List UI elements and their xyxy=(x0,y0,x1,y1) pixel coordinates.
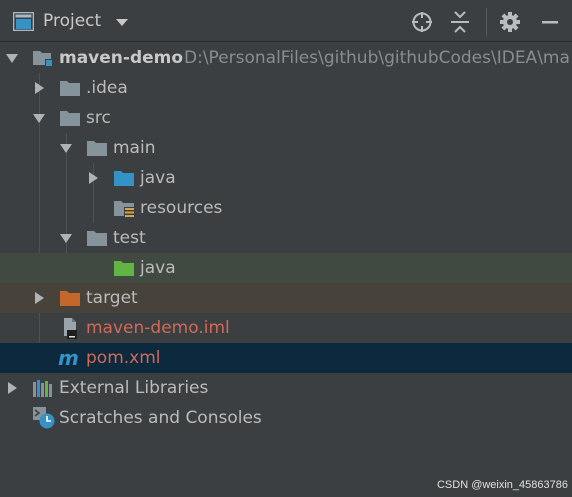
expanded-arrow-icon[interactable] xyxy=(59,141,73,155)
tree-node-label: java xyxy=(140,258,176,278)
tree-node-idea[interactable]: .idea xyxy=(0,73,572,103)
collapse-all-button[interactable] xyxy=(447,9,473,35)
folder-icon xyxy=(60,111,80,126)
hide-button[interactable] xyxy=(537,9,563,35)
tree-node-label: Scratches and Consoles xyxy=(59,408,262,428)
tree-node-label: java xyxy=(140,168,176,188)
collapsed-arrow-icon[interactable] xyxy=(86,171,100,185)
excluded-folder-icon xyxy=(60,291,80,306)
chevron-down-icon[interactable] xyxy=(114,16,130,28)
gear-icon xyxy=(500,12,520,32)
tree-node-maven-demo[interactable]: maven-demo D:\PersonalFiles\github\githu… xyxy=(0,43,572,73)
crosshair-icon xyxy=(412,12,432,32)
minimize-icon xyxy=(542,21,558,24)
tree-node-label: .idea xyxy=(86,78,128,98)
watermark: CSDN @weixin_45863786 xyxy=(436,479,568,491)
tool-window-title[interactable]: Project xyxy=(43,10,101,32)
tree-node-target[interactable]: target xyxy=(0,283,572,313)
tree-node-label: pom.xml xyxy=(86,348,161,368)
project-tool-window: Project maven-demo D:\PersonalFiles\gith… xyxy=(0,0,572,497)
expanded-arrow-icon[interactable] xyxy=(59,231,73,245)
test-source-folder-icon xyxy=(114,261,134,276)
tree-node-test-java[interactable]: java xyxy=(0,253,572,283)
folder-icon xyxy=(87,141,107,156)
tree-node-label: resources xyxy=(140,198,223,218)
collapsed-arrow-icon[interactable] xyxy=(32,291,46,305)
tree-node-label: External Libraries xyxy=(59,378,209,398)
tree-node-label: test xyxy=(113,228,146,248)
library-icon xyxy=(33,380,52,397)
locate-button[interactable] xyxy=(409,9,435,35)
tree-node-main[interactable]: main xyxy=(0,133,572,163)
expanded-arrow-icon[interactable] xyxy=(32,111,46,125)
tree-node-scratches[interactable]: Scratches and Consoles xyxy=(0,403,572,433)
tree-node-test[interactable]: test xyxy=(0,223,572,253)
iml-file-icon xyxy=(64,318,77,339)
expanded-arrow-icon[interactable] xyxy=(5,51,19,65)
tree-node-external-libraries[interactable]: External Libraries xyxy=(0,373,572,403)
tree-node-label: src xyxy=(86,108,111,128)
tree-node-resources[interactable]: resources xyxy=(0,193,572,223)
project-view-icon xyxy=(13,12,34,31)
resources-folder-icon xyxy=(114,201,135,218)
collapsed-arrow-icon[interactable] xyxy=(32,81,46,95)
tree-node-label: main xyxy=(113,138,156,158)
settings-button[interactable] xyxy=(497,9,523,35)
tool-window-header: Project xyxy=(0,0,572,42)
module-folder-icon xyxy=(33,51,53,67)
header-separator xyxy=(486,8,487,36)
collapsed-arrow-icon[interactable] xyxy=(5,381,19,395)
tree-node-iml[interactable]: maven-demo.iml xyxy=(0,313,572,343)
tree-node-label: maven-demo xyxy=(59,48,184,68)
collapse-all-icon xyxy=(451,11,469,33)
module-path: D:\PersonalFiles\github\githubCodes\IDEA… xyxy=(184,48,570,68)
tree-node-pom[interactable]: m pom.xml xyxy=(0,343,572,373)
scratches-icon xyxy=(33,407,55,429)
tree-node-label: maven-demo.iml xyxy=(86,318,230,338)
maven-file-icon: m xyxy=(58,348,79,368)
svg-text:m: m xyxy=(58,348,79,368)
tree-node-src[interactable]: src xyxy=(0,103,572,133)
folder-icon xyxy=(60,81,80,96)
source-folder-icon xyxy=(114,171,134,186)
folder-icon xyxy=(87,231,107,246)
tree-node-main-java[interactable]: java xyxy=(0,163,572,193)
tree-node-label: target xyxy=(86,288,138,308)
